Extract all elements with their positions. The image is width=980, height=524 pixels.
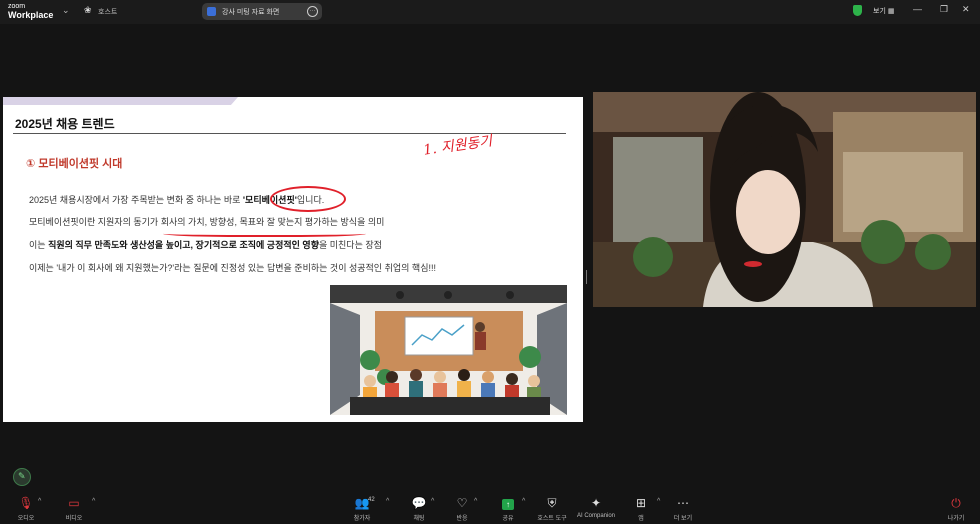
view-button[interactable]: 보기 ▦ xyxy=(873,6,894,16)
participants-icon: 👥 xyxy=(354,496,370,510)
participants-label: 참가자 xyxy=(353,516,371,522)
video-button[interactable]: ▭ 비디오 ^ xyxy=(44,496,104,522)
reactions-options-caret[interactable]: ^ xyxy=(474,498,477,505)
handwritten-annotation: 1. 지원동기 xyxy=(422,133,494,159)
meeting-icon xyxy=(207,7,216,16)
zoom-logo: zoom Workplace xyxy=(8,3,54,20)
security-shield-icon[interactable] xyxy=(853,5,862,16)
participant-video xyxy=(593,92,976,307)
pencil-icon: ✎ xyxy=(18,471,26,481)
line1-text-a: 2025년 채용시장에서 가장 주목받는 변화 중 하나는 바로 xyxy=(29,195,243,205)
leave-button[interactable]: ⏻ 나가기 xyxy=(926,496,980,522)
slide-header-stripe xyxy=(3,97,238,105)
line3-text-b: 을 미친다는 장점 xyxy=(318,240,382,250)
meeting-toolbar: 🎙 오디오 ^ ▭ 비디오 ^ 👥 42 참가자 ^ 💬 채팅 ^ ♡ 반응 ^… xyxy=(0,496,980,524)
leave-icon: ⏻ xyxy=(951,496,961,510)
video-options-caret[interactable]: ^ xyxy=(92,498,95,505)
close-button[interactable]: ✕ xyxy=(962,4,970,15)
annotation-underline xyxy=(163,229,366,237)
meeting-title: 강사 미팅 자료 화면 xyxy=(222,9,280,16)
chevron-down-icon[interactable]: ⌄ xyxy=(62,5,70,16)
audio-options-caret[interactable]: ^ xyxy=(38,498,41,505)
more-icon: ⋯ xyxy=(677,496,689,510)
top-bar: zoom Workplace ⌄ ❀ 호스트 강사 미팅 자료 화면 ··· 보… xyxy=(0,0,980,24)
slide-title: 2025년 채용 트렌드 xyxy=(15,117,115,131)
slide-line-3: 이는 직원의 직무 만족도와 생산성을 높이고, 장기적으로 조직에 긍정적인 … xyxy=(29,238,382,251)
slide-line-2: 모티베이션핏이란 지원자의 동기가 회사의 가치, 방향성, 목표와 잘 맞는지… xyxy=(29,217,385,227)
view-label: 보기 xyxy=(873,8,886,15)
more-label: 더 보기 xyxy=(673,516,693,522)
share-screen-icon: ↑ xyxy=(502,499,514,510)
panel-resize-handle[interactable] xyxy=(586,270,587,284)
slide-line-4: 이제는 '내가 이 회사에 왜 지원했는가?'라는 질문에 진정성 있는 답변을… xyxy=(29,263,436,273)
host-label: 호스트 xyxy=(98,9,118,16)
participants-count: 42 xyxy=(368,497,375,503)
meeting-info-pill[interactable]: 강사 미팅 자료 화면 ··· xyxy=(202,3,322,20)
minimize-button[interactable]: — xyxy=(913,4,922,14)
meeting-illustration xyxy=(330,285,567,415)
paw-icon: ❀ xyxy=(84,5,92,15)
more-options-icon[interactable]: ··· xyxy=(307,6,318,17)
leave-label: 나가기 xyxy=(947,516,965,522)
restore-button[interactable]: ❐ xyxy=(940,4,948,15)
logo-line2: Workplace xyxy=(8,10,54,20)
shared-slide: 2025년 채용 트렌드 1. 지원동기 ① 모티베이션핏 시대 2025년 채… xyxy=(3,97,583,422)
line3-bold: 직원의 직무 만족도와 생산성을 높이고, 장기적으로 조직에 긍정적인 영향 xyxy=(48,240,319,250)
video-label: 비디오 xyxy=(65,516,83,522)
line3-text-a: 이는 xyxy=(29,240,49,250)
annotation-circle xyxy=(270,186,346,212)
participants-button[interactable]: 👥 42 참가자 ^ xyxy=(332,496,392,522)
section-title: ① 모티베이션핏 시대 xyxy=(26,158,123,170)
annotate-button[interactable]: ✎ xyxy=(13,468,31,486)
more-button[interactable]: ⋯ 더 보기 xyxy=(653,496,713,522)
